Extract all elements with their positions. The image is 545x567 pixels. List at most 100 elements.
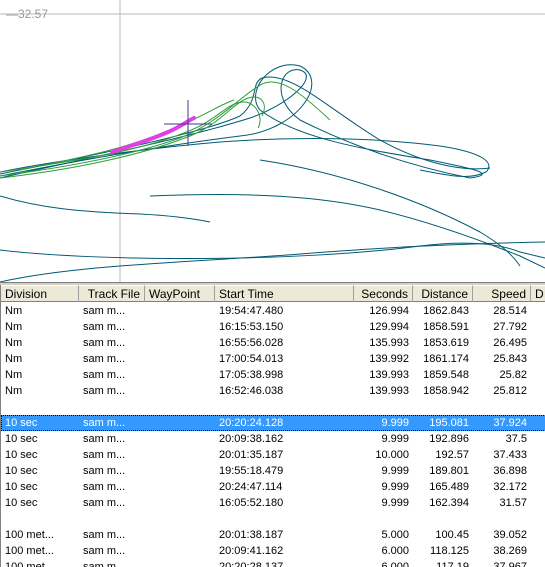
cell-seconds: 9.999 (381, 417, 409, 429)
cell-waypoint (145, 399, 215, 415)
cell-division: 10 sec (5, 449, 38, 461)
table-row[interactable]: Nm sam m... 17:05:38.998 139.993 1859.548 25.… (1, 367, 545, 383)
column-header-waypoint[interactable]: WayPoint (145, 285, 215, 302)
cell-distance: 162.394 (429, 497, 469, 509)
cell-track-file: sam m... (83, 497, 126, 509)
cell-waypoint (145, 383, 215, 399)
cell-seconds (354, 399, 413, 415)
cell-speed: 37.433 (493, 449, 527, 461)
table-row[interactable]: 10 sec sam m... 20:24:47.114 9.999 165.489 32… (1, 479, 545, 495)
table-row[interactable]: Nm sam m... 17:00:54.013 139.992 1861.174 25.… (1, 351, 545, 367)
cell-speed: 25.82 (499, 369, 527, 381)
column-header-d[interactable]: D (531, 285, 545, 302)
table-row[interactable]: 100 met... sam m... 20:09:41.162 6.000 118.1… (1, 543, 545, 559)
cell-division (1, 399, 79, 415)
cell-speed: 28.514 (493, 305, 527, 317)
cell-seconds: 135.993 (369, 337, 409, 349)
cell-seconds: 139.992 (369, 353, 409, 365)
table-row[interactable]: 100 met... sam m... 20:01:38.187 5.000 100.4… (1, 527, 545, 543)
cell-seconds (354, 511, 413, 527)
table-row[interactable]: 10 sec sam m... 20:01:35.187 10.000 192.57 37… (1, 447, 545, 463)
cell-distance: 1861.174 (423, 353, 469, 365)
cell-waypoint (145, 543, 215, 559)
cell-waypoint (145, 559, 215, 567)
track-plot-canvas[interactable] (0, 0, 545, 282)
table-row[interactable]: Nm sam m... 19:54:47.480 126.994 1862.843 28.… (1, 303, 545, 319)
cell-seconds: 139.993 (369, 385, 409, 397)
cell-speed (473, 511, 531, 527)
cell-division: 10 sec (5, 465, 38, 477)
table-row[interactable]: 10 sec sam m... 19:55:18.479 9.999 189.801 36… (1, 463, 545, 479)
cell-start-time: 17:00:54.013 (219, 353, 284, 365)
column-header-seconds[interactable]: Seconds (354, 285, 413, 302)
cell-start-time: 20:20:28.137 (219, 561, 284, 567)
cell-distance: 1859.548 (423, 369, 469, 381)
cell-track-file: sam m... (83, 369, 126, 381)
cell-division: Nm (5, 353, 23, 365)
cell-waypoint (145, 447, 215, 463)
cell-division: 10 sec (5, 433, 38, 445)
cell-speed: 25.843 (493, 353, 527, 365)
cell-speed: 37.924 (493, 417, 527, 429)
cell-waypoint (145, 335, 215, 351)
cell-track-file: sam m... (83, 561, 126, 567)
cell-division: 10 sec (5, 497, 38, 509)
column-header-division[interactable]: Division (1, 285, 79, 302)
cell-distance: 192.896 (429, 433, 469, 445)
table-row[interactable] (1, 399, 545, 415)
table-row[interactable] (1, 511, 545, 527)
table-row[interactable]: 100 met... sam m... 20:20:28.137 6.000 117.1… (1, 559, 545, 567)
cell-seconds: 9.999 (381, 433, 409, 445)
table-header: Division Track File WayPoint Start Time … (1, 285, 545, 302)
cell-waypoint (145, 367, 215, 383)
cell-speed: 31.57 (499, 497, 527, 509)
cell-waypoint (145, 511, 215, 527)
table-row[interactable]: Nm sam m... 16:52:46.038 139.993 1858.942 25.… (1, 383, 545, 399)
cell-track-file: sam m... (83, 529, 126, 541)
cell-distance: 165.489 (429, 481, 469, 493)
cell-waypoint (145, 415, 215, 431)
table-row-selected[interactable]: 10 sec sam m... 20:20:24.128 9.999 195.081 37… (1, 415, 545, 431)
cell-division: Nm (5, 369, 23, 381)
table-row[interactable]: Nm sam m... 16:15:53.150 129.994 1858.591 27.… (1, 319, 545, 335)
cell-speed: 37.967 (493, 561, 527, 567)
cell-start-time: 20:01:38.187 (219, 529, 284, 541)
table-row[interactable]: 10 sec sam m... 20:09:38.162 9.999 192.896 37… (1, 431, 545, 447)
cell-start-time: 20:20:24.128 (219, 417, 284, 429)
track-plot[interactable]: —32.57 (0, 0, 545, 282)
cell-seconds: 139.993 (369, 369, 409, 381)
cell-seconds: 5.000 (381, 529, 409, 541)
cell-distance: 192.57 (435, 449, 469, 461)
cell-distance: 118.125 (430, 545, 469, 557)
cell-division: Nm (5, 337, 23, 349)
cell-waypoint (145, 303, 215, 319)
cell-start-time: 20:09:38.162 (219, 433, 284, 445)
column-header-start-time[interactable]: Start Time (215, 285, 354, 302)
table-row[interactable]: Nm sam m... 16:55:56.028 135.993 1853.619 26.… (1, 335, 545, 351)
table-row[interactable]: 10 sec sam m... 16:05:52.180 9.999 162.394 31… (1, 495, 545, 511)
cell-waypoint (145, 463, 215, 479)
cell-seconds: 129.994 (369, 321, 409, 333)
cell-speed: 37.5 (505, 433, 527, 445)
cell-start-time: 20:01:35.187 (219, 449, 284, 461)
cell-start-time: 19:55:18.479 (219, 465, 284, 477)
dark-tracks (0, 64, 545, 282)
column-header-distance[interactable]: Distance (413, 285, 473, 302)
cell-seconds: 6.000 (381, 545, 409, 557)
column-header-track-file[interactable]: Track File (79, 285, 145, 302)
cell-waypoint (145, 479, 215, 495)
cell-start-time: 17:05:38.998 (219, 369, 284, 381)
cell-track-file: sam m... (83, 353, 126, 365)
cell-start-time (215, 399, 354, 415)
cell-speed: 25.812 (493, 385, 527, 397)
cell-track-file: sam m... (83, 417, 126, 429)
cell-speed: 39.052 (493, 529, 527, 541)
cell-seconds: 9.999 (381, 481, 409, 493)
cell-seconds: 9.999 (381, 465, 409, 477)
cell-division: 100 met... (5, 545, 54, 557)
cell-distance: 1853.619 (423, 337, 469, 349)
column-header-speed[interactable]: Speed (473, 285, 531, 302)
cell-distance: 117.19 (436, 561, 469, 567)
results-table[interactable]: Division Track File WayPoint Start Time … (0, 285, 545, 567)
cell-seconds: 10.000 (375, 449, 409, 461)
